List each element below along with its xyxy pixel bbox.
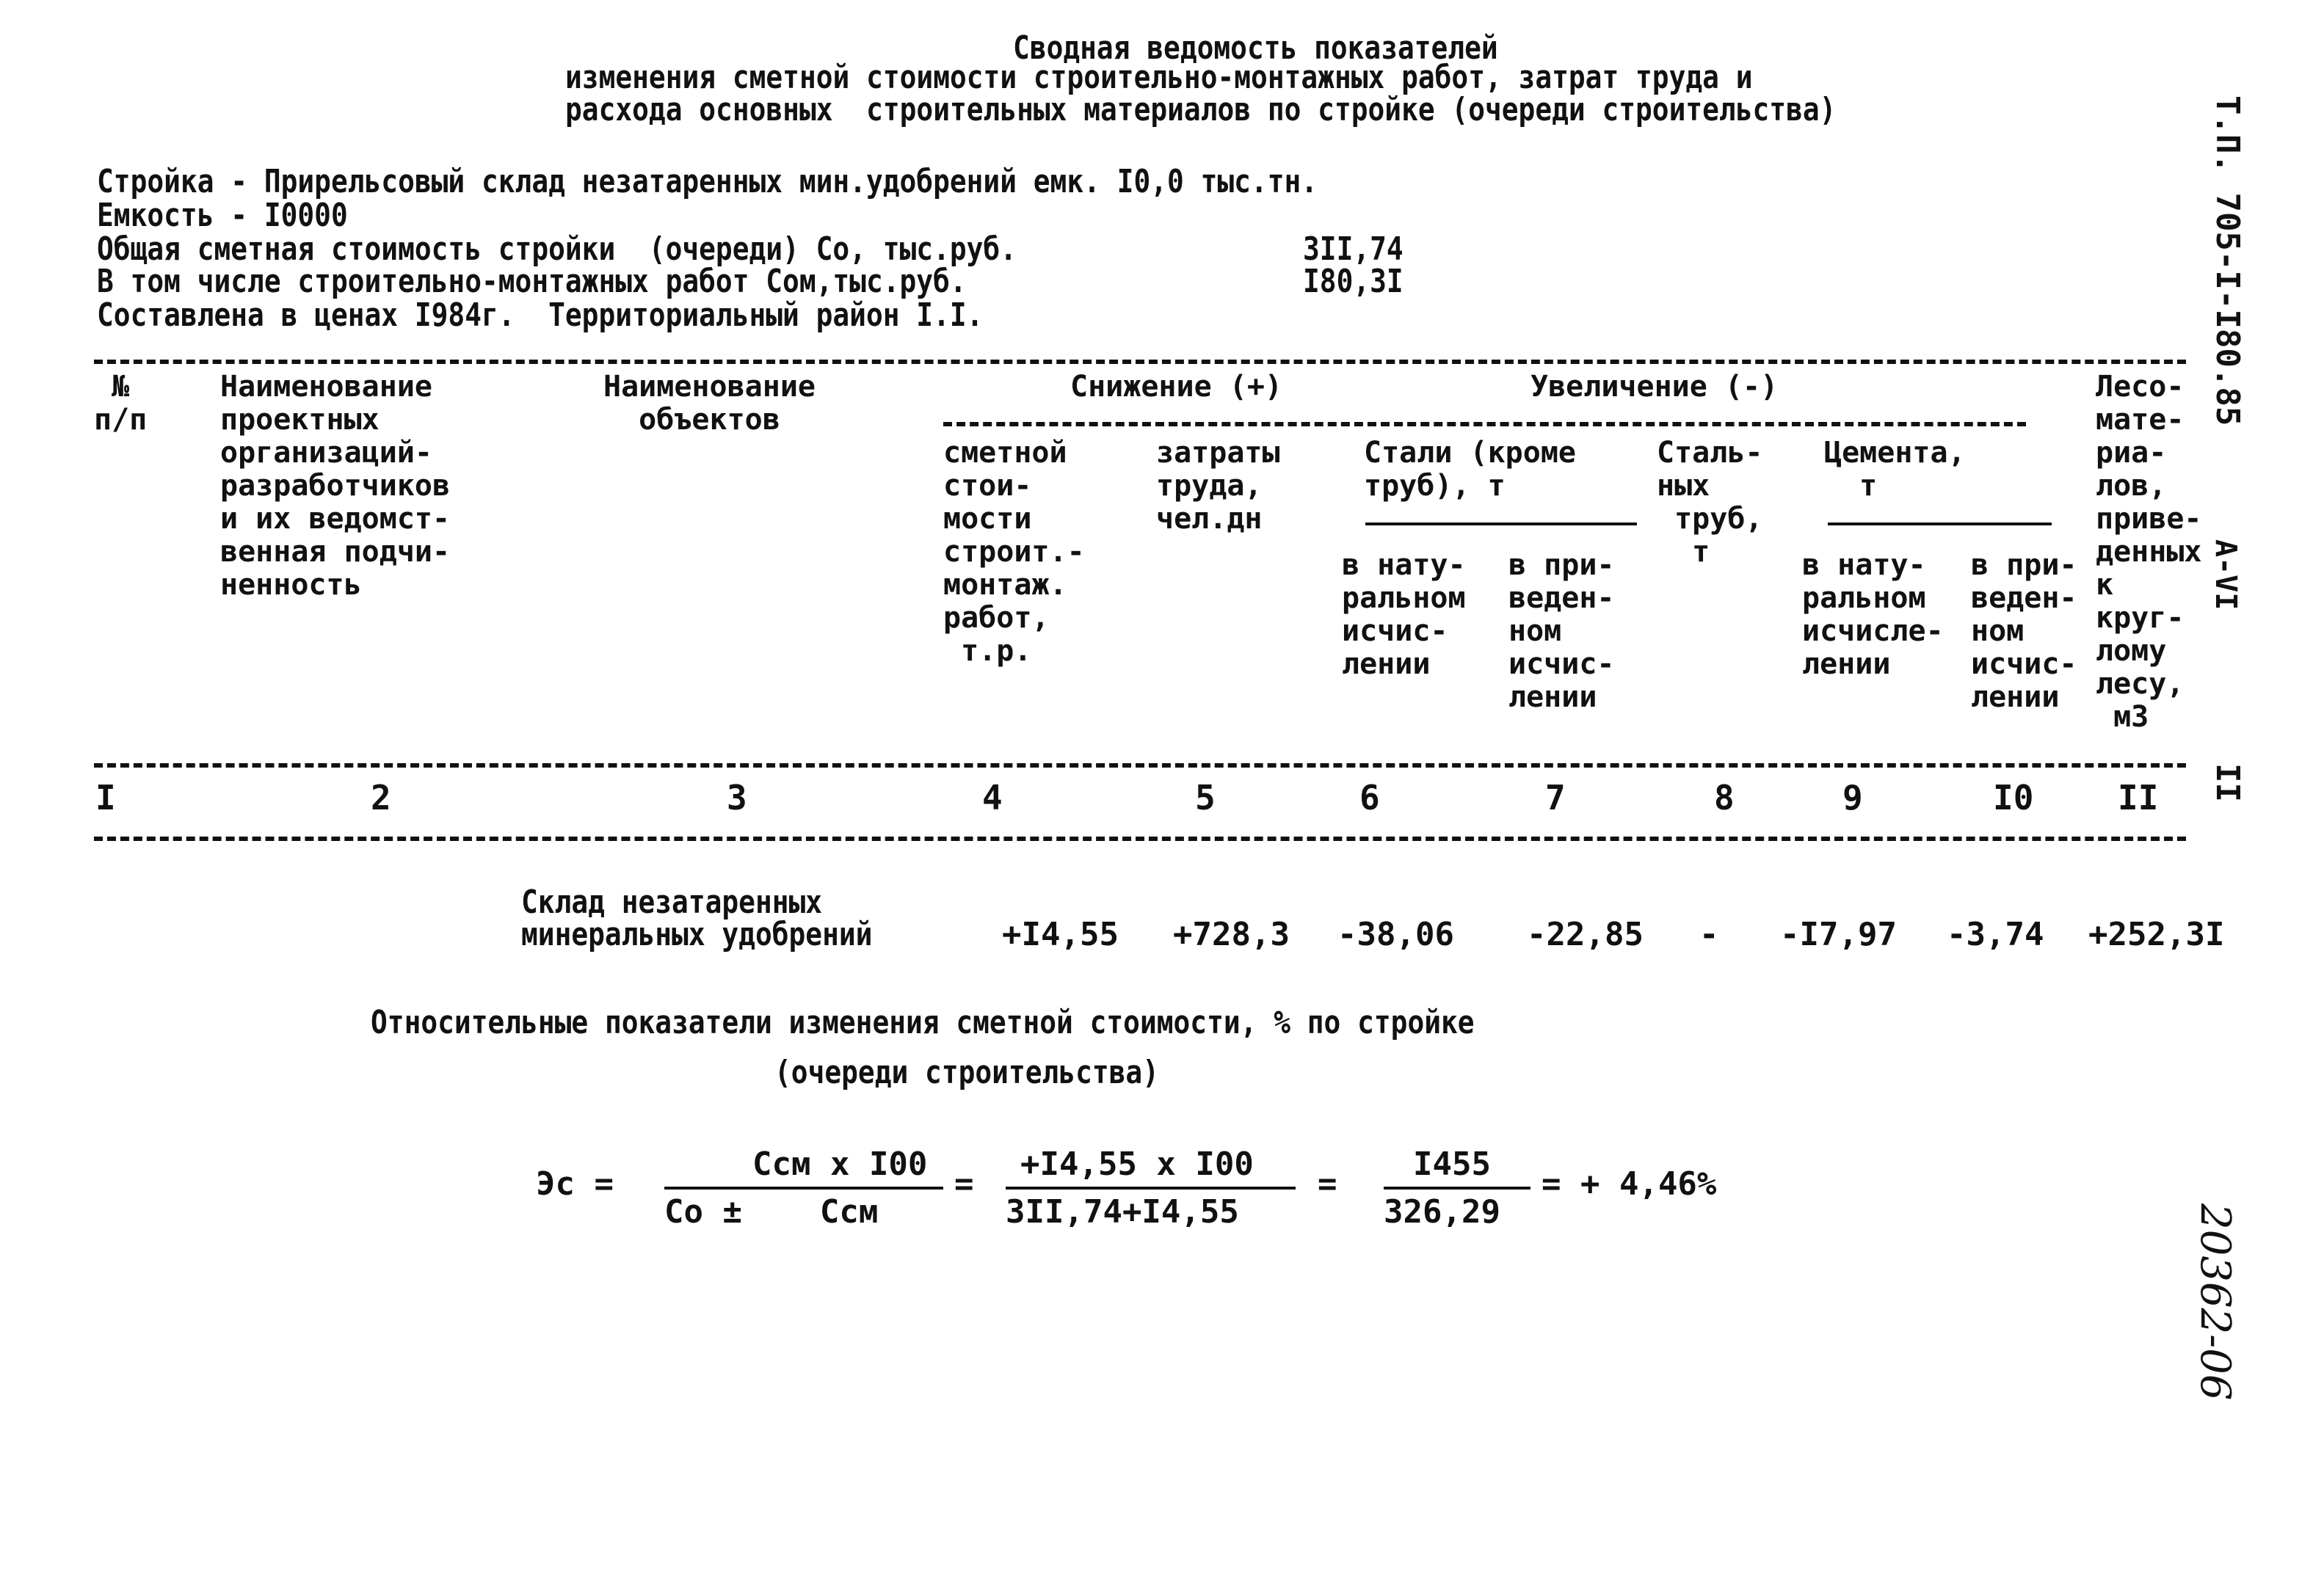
- steel-rule: [1365, 522, 1637, 525]
- object-name-line-1: Склад незатаренных: [521, 884, 823, 921]
- value-labor-decrease: +728,3: [1173, 916, 1290, 953]
- header-objects: Наименование объектов: [603, 370, 816, 437]
- formula-frac1-denominator: Со ± Ссм: [664, 1193, 879, 1231]
- group-rule: [943, 422, 2026, 426]
- column-number: 6: [1359, 778, 1380, 817]
- column-number: II: [2118, 778, 2159, 817]
- relative-subheading: (очереди строительства): [774, 1054, 1159, 1091]
- title-line-3: расхода основных строительных материалов…: [565, 91, 1837, 128]
- column-number: 9: [1842, 778, 1863, 817]
- emkost-line: Емкость - I0000: [97, 197, 348, 234]
- column-number: 8: [1714, 778, 1735, 817]
- numbers-bottom-rule: [94, 837, 2186, 841]
- numbers-top-rule: [94, 763, 2186, 768]
- handwritten-inventory-number: 20362-06: [2191, 1203, 2239, 1401]
- header-col7-steel-reduced: в при- веден- ном исчис- лении: [1508, 548, 1615, 714]
- column-number: 5: [1195, 778, 1216, 817]
- value-timber: +252,3I: [2088, 916, 2225, 953]
- header-steel-group: Стали (кроме труб), т: [1364, 436, 1576, 503]
- header-col5-labor: затраты труда, чел.дн: [1156, 436, 1280, 536]
- fraction-bar: [664, 1187, 943, 1190]
- stroika-line: Стройка - Прирельсовый склад незатаренны…: [97, 163, 1318, 200]
- smr-cost-value: I80,3I: [1303, 263, 1404, 300]
- value-cost-decrease: +I4,55: [1002, 916, 1119, 953]
- title-line-2: изменения сметной стоимости строительно-…: [565, 59, 1753, 96]
- formula-equals-2: =: [1318, 1165, 1337, 1203]
- prices-line: Составлена в ценах I984г. Территориальны…: [97, 296, 984, 334]
- header-col10-cement-reduced: в при- веден- ном исчис- лении: [1971, 548, 2077, 714]
- fraction-bar: [1384, 1187, 1530, 1190]
- sheet-number: II: [2209, 763, 2246, 802]
- value-steel-reduced: -22,85: [1527, 916, 1644, 953]
- header-number: № п/п: [94, 370, 148, 437]
- column-number: 3: [727, 778, 747, 817]
- cement-rule: [1828, 522, 2052, 525]
- formula-frac3-numerator: I455: [1413, 1146, 1491, 1183]
- header-col9-cement-natural: в нату- ральном исчисле- лении: [1802, 548, 1944, 681]
- formula-frac2-denominator: 3II,74+I4,55: [1006, 1193, 1239, 1231]
- header-col8-steel-pipes: Сталь- ных труб, т: [1657, 436, 1763, 569]
- value-steel-natural: -38,06: [1337, 916, 1454, 953]
- header-group-decrease: Снижение (+): [1070, 370, 1282, 404]
- value-cement-natural: -I7,97: [1780, 916, 1897, 953]
- fraction-bar: [1006, 1187, 1296, 1190]
- album-code: А-VI: [2209, 539, 2243, 611]
- column-number: 4: [982, 778, 1003, 817]
- table-top-rule: [94, 360, 2186, 364]
- header-organizations: Наименование проектных организаций- разр…: [220, 370, 451, 602]
- formula-result: = + 4,46%: [1542, 1165, 1717, 1203]
- formula-equals-1: =: [954, 1165, 974, 1203]
- header-group-increase: Увеличение (-): [1530, 370, 1779, 404]
- column-number: I0: [1993, 778, 2034, 817]
- value-cement-reduced: -3,74: [1947, 916, 2044, 953]
- total-cost-value: 3II,74: [1303, 230, 1404, 268]
- formula-frac1-numerator: Ссм х I00: [752, 1146, 928, 1183]
- document-code: Т.П. 705-I-I80.85: [2209, 95, 2246, 426]
- header-col6-steel-natural: в нату- ральном исчис- лении: [1342, 548, 1466, 681]
- column-number: 2: [371, 778, 391, 817]
- value-steel-pipes: -: [1699, 916, 1719, 953]
- total-cost-label: Общая сметная стоимость стройки (очереди…: [97, 230, 1017, 268]
- object-name-line-2: минеральных удобрений: [521, 916, 873, 953]
- formula-lhs: Эс =: [536, 1165, 614, 1203]
- column-number: 7: [1545, 778, 1566, 817]
- header-cement-group: Цемента, т: [1824, 436, 1966, 503]
- header-col11-timber: Лесо- мате- риа- лов, приве- денных к кр…: [2096, 370, 2202, 734]
- formula-frac3-denominator: 326,29: [1384, 1193, 1500, 1231]
- header-col4-cost: сметной стои- мости строит.- монтаж. раб…: [943, 436, 1085, 668]
- relative-heading: Относительные показатели изменения сметн…: [371, 1004, 1475, 1041]
- smr-cost-label: В том числе строительно-монтажных работ …: [97, 263, 967, 300]
- column-number: I: [95, 778, 116, 817]
- formula-frac2-numerator: +I4,55 х I00: [1020, 1146, 1254, 1183]
